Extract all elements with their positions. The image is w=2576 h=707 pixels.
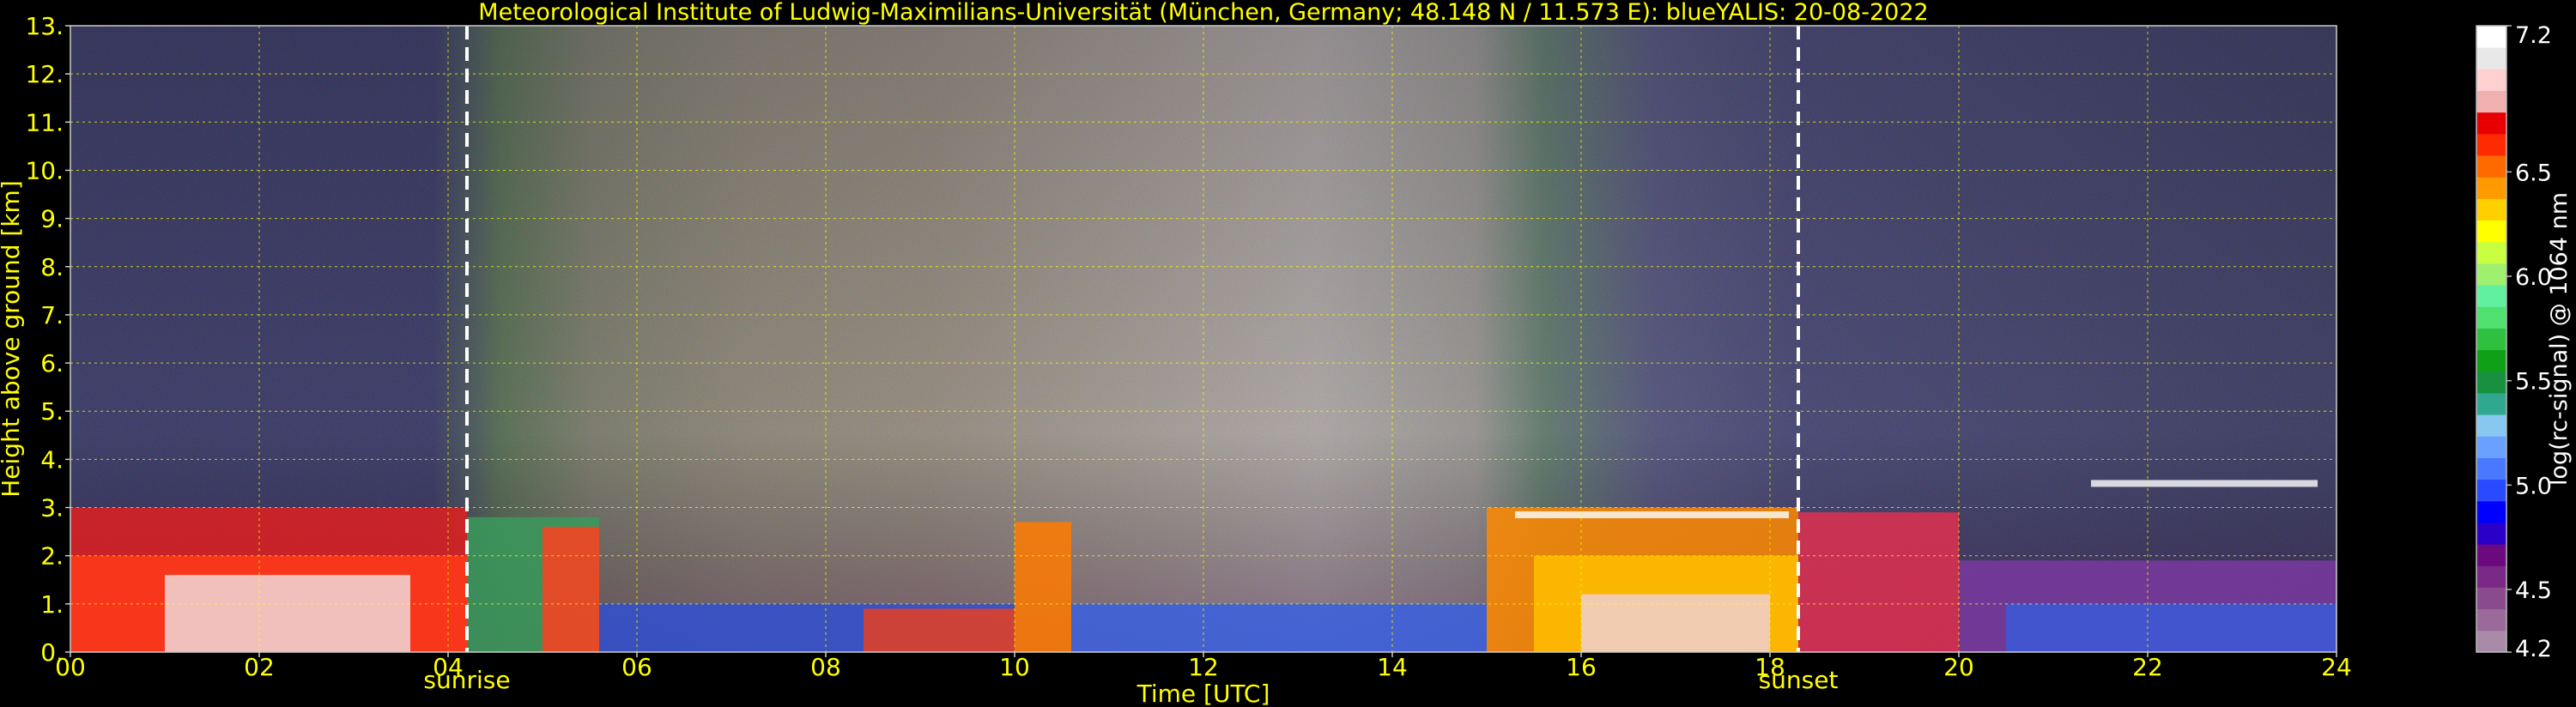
y-tick-label: 8.	[40, 253, 64, 281]
x-tick-label: 14	[1377, 653, 1408, 681]
plot-area	[70, 25, 2337, 653]
colorbar-band	[2476, 349, 2506, 372]
sunset-label: sunset	[1759, 666, 1839, 694]
x-axis-ticks: 00 02 04 06 08 10 12 14 16 18 20 22 24	[55, 652, 2352, 681]
sunrise-label: sunrise	[423, 666, 510, 694]
aerosol-layer	[2091, 480, 2318, 487]
signal-region	[1015, 522, 1071, 652]
lidar-quicklook-figure: 0.1.2.3.4.5.6.7.8.9.10.11.12.13. 00 02 04 0…	[0, 0, 2573, 707]
colorbar-band	[2476, 544, 2506, 566]
colorbar-band	[2476, 630, 2506, 653]
x-tick-label: 10	[999, 653, 1030, 681]
x-tick-label: 08	[810, 653, 841, 681]
colorbar-band	[2476, 155, 2506, 178]
y-tick-label: 10.	[25, 156, 64, 184]
x-tick-label: 00	[55, 653, 86, 681]
signal-region	[542, 527, 599, 652]
y-tick-label: 11.	[25, 108, 64, 136]
chart-title: Meteorological Institute of Ludwig-Maxim…	[478, 0, 1928, 26]
colorbar-band	[2476, 47, 2506, 69]
colorbar-ticks: 4.24.55.05.56.06.57.2	[2506, 22, 2552, 662]
colorbar-band	[2476, 69, 2506, 92]
colorbar-band	[2476, 565, 2506, 588]
x-tick-label: 02	[244, 653, 275, 681]
x-axis-label: Time [UTC]	[1136, 680, 1270, 707]
signal-region	[2006, 603, 2337, 652]
colorbar-band	[2476, 177, 2506, 199]
colorbar-band	[2476, 328, 2506, 351]
y-tick-label: 4.	[40, 445, 64, 474]
colorbar-band	[2476, 392, 2506, 415]
y-axis-label: Height above ground [km]	[0, 180, 25, 498]
colorbar-band	[2476, 414, 2506, 437]
signal-region	[1798, 512, 1959, 652]
y-tick-label: 7.	[40, 301, 64, 329]
y-tick-label: 9.	[40, 205, 64, 233]
colorbar-band	[2476, 112, 2506, 135]
colorbar-band	[2476, 198, 2506, 221]
colorbar-label: log(rc-signal) @ 1064 nm	[2546, 192, 2573, 486]
colorbar-tick-label: 7.2	[2515, 22, 2552, 49]
y-tick-label: 5.	[40, 397, 64, 426]
y-tick-label: 3.	[40, 494, 64, 523]
colorbar: 4.24.55.05.56.06.57.2 log(rc-signal) @ 1…	[2476, 22, 2573, 662]
signal-region	[1071, 603, 1487, 652]
aerosol-layer	[1515, 511, 1789, 518]
signal-region	[165, 575, 410, 652]
colorbar-tick-label: 6.5	[2515, 160, 2552, 186]
x-tick-label: 22	[2132, 653, 2163, 681]
colorbar-band	[2476, 500, 2506, 523]
x-tick-label: 06	[621, 653, 652, 681]
y-tick-label: 12.	[25, 60, 64, 88]
colorbar-band	[2476, 306, 2506, 329]
colorbar-band	[2476, 457, 2506, 480]
colorbar-band	[2476, 479, 2506, 502]
y-tick-label: 13.	[25, 12, 64, 40]
colorbar-band	[2476, 133, 2506, 156]
colorbar-band	[2476, 436, 2506, 458]
y-tick-label: 1.	[40, 590, 64, 619]
x-tick-label: 16	[1566, 653, 1597, 681]
x-tick-label: 20	[1943, 653, 1974, 681]
colorbar-tick-label: 4.2	[2515, 636, 2552, 662]
colorbar-band	[2476, 587, 2506, 610]
colorbar-band	[2476, 26, 2506, 48]
colorbar-band	[2476, 285, 2506, 307]
colorbar-tick-label: 4.5	[2515, 577, 2552, 604]
colorbar-bands	[2476, 26, 2506, 653]
signal-region	[864, 608, 1015, 652]
colorbar-band	[2476, 241, 2506, 264]
colorbar-band	[2476, 220, 2506, 243]
colorbar-band	[2476, 371, 2506, 394]
y-tick-label: 6.	[40, 349, 64, 378]
x-tick-label: 24	[2321, 653, 2352, 681]
x-tick-label: 12	[1188, 653, 1219, 681]
y-tick-label: 2.	[40, 542, 64, 571]
signal-region	[1581, 594, 1770, 652]
colorbar-band	[2476, 608, 2506, 631]
colorbar-band	[2476, 522, 2506, 545]
colorbar-band	[2476, 90, 2506, 113]
y-axis-ticks: 0.1.2.3.4.5.6.7.8.9.10.11.12.13.	[25, 12, 70, 667]
colorbar-band	[2476, 263, 2506, 286]
